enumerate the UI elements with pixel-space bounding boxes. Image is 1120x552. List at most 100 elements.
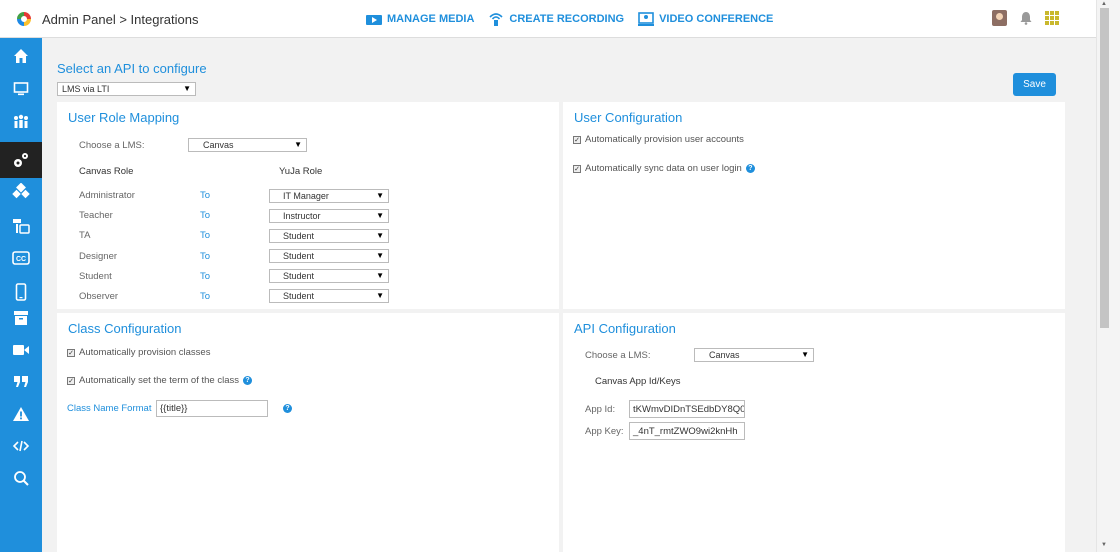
archive-icon [14, 311, 28, 325]
sync-on-login-label: Automatically sync data on user login [585, 163, 742, 174]
yuja-role-value: Student [283, 291, 315, 301]
checkbox-checked-icon: ✓ [67, 348, 75, 357]
app-key-input[interactable]: _4nT_rmtZWO9wi2knHh [629, 422, 745, 440]
checkbox-checked-icon: ✓ [67, 376, 75, 385]
scroll-up-icon[interactable]: ▲ [1101, 1, 1107, 7]
to-label: To [200, 291, 211, 302]
user-configuration-title: User Configuration [574, 110, 683, 125]
save-button[interactable]: Save [1013, 73, 1056, 96]
apps-grid-icon[interactable] [1045, 11, 1059, 25]
avatar[interactable] [992, 10, 1007, 26]
user-role-mapping-title: User Role Mapping [68, 110, 180, 125]
chevron-down-icon: ▼ [376, 231, 384, 240]
yuja-role-value: IT Manager [283, 191, 329, 201]
sidebar-item-users[interactable] [9, 112, 33, 132]
media-icon [366, 15, 382, 25]
api-configuration-panel: API Configuration Choose a LMS: Canvas ▼ … [563, 313, 1065, 552]
yuja-role-value: Instructor [283, 211, 321, 221]
help-icon[interactable]: ? [283, 404, 292, 413]
sidebar-item-groups[interactable] [9, 182, 33, 202]
to-label: To [200, 190, 211, 201]
yuja-logo-icon[interactable] [15, 11, 33, 27]
closed-caption-icon: CC [12, 251, 30, 265]
role-label: Designer [79, 251, 118, 262]
sidebar-item-developer[interactable] [9, 436, 33, 456]
video-conference-label: VIDEO CONFERENCE [659, 13, 774, 25]
sidebar-item-captions[interactable]: CC [9, 248, 33, 268]
scrollbar-thumb[interactable] [1100, 8, 1109, 328]
code-icon [12, 440, 30, 452]
provision-users-checkbox[interactable]: ✓ Automatically provision user accounts [573, 134, 744, 145]
help-icon[interactable]: ? [242, 376, 252, 385]
role-label: Observer [79, 291, 119, 302]
api-lms-value: Canvas [709, 350, 740, 360]
yuja-role-dropdown[interactable]: Student ▼ [269, 289, 389, 303]
sidebar-item-integrations[interactable] [9, 150, 33, 170]
to-label: To [200, 271, 211, 282]
role-label: Teacher [79, 210, 113, 221]
help-icon[interactable]: ? [745, 164, 755, 173]
video-conference-button[interactable]: VIDEO CONFERENCE [638, 12, 773, 26]
lms-dropdown[interactable]: Canvas ▼ [188, 138, 307, 152]
canvas-keys-header: Canvas App Id/Keys [595, 376, 681, 387]
create-recording-button[interactable]: CREATE RECORDING [488, 12, 624, 26]
canvas-role-header: Canvas Role [79, 166, 134, 177]
provision-classes-checkbox[interactable]: ✓ Automatically provision classes [67, 347, 210, 358]
role-label: Student [79, 271, 112, 282]
sidebar-item-video[interactable] [9, 340, 33, 360]
yuja-role-value: Student [283, 231, 315, 241]
search-icon [14, 471, 29, 486]
class-name-format-input[interactable]: {{title}} [156, 400, 268, 417]
app-id-label: App Id: [585, 404, 616, 415]
yuja-role-dropdown[interactable]: Student ▼ [269, 229, 389, 243]
create-recording-label: CREATE RECORDING [509, 13, 625, 25]
class-name-format-label: Class Name Format [67, 403, 152, 414]
app-id-input[interactable]: tKWmvDIDnTSEdbDY8Q0 [629, 400, 745, 418]
chevron-down-icon: ▼ [294, 140, 302, 149]
manage-media-button[interactable]: MANAGE MEDIA [366, 12, 474, 26]
warning-icon [13, 407, 29, 421]
sidebar-item-display[interactable] [9, 79, 33, 99]
api-lms-dropdown[interactable]: Canvas ▼ [694, 348, 814, 362]
sidebar-item-quotes[interactable] [9, 371, 33, 391]
class-configuration-title: Class Configuration [68, 321, 182, 336]
sidebar-item-devices[interactable] [9, 216, 33, 236]
user-role-mapping-panel: User Role Mapping Choose a LMS: Canvas ▼ … [57, 102, 559, 309]
role-label: TA [79, 230, 91, 241]
choose-lms-label: Choose a LMS: [585, 350, 651, 361]
sidebar-item-search[interactable] [9, 468, 33, 488]
to-label: To [200, 230, 211, 241]
set-term-checkbox[interactable]: ✓ Automatically set the term of the clas… [67, 375, 252, 386]
chevron-down-icon: ▼ [376, 291, 384, 300]
home-icon [14, 49, 28, 63]
sidebar-item-alerts[interactable] [9, 404, 33, 424]
scroll-down-icon[interactable]: ▼ [1101, 542, 1107, 548]
sidebar-item-mobile[interactable] [9, 282, 33, 302]
sidebar-item-archive[interactable] [9, 308, 33, 328]
svg-text:CC: CC [16, 256, 26, 263]
mobile-icon [15, 283, 27, 301]
cubes-icon [12, 183, 30, 199]
chevron-down-icon: ▼ [801, 350, 809, 359]
yuja-role-dropdown[interactable]: Student ▼ [269, 269, 389, 283]
api-selector-value: LMS via LTI [62, 84, 110, 94]
yuja-role-dropdown[interactable]: IT Manager ▼ [269, 189, 389, 203]
yuja-role-dropdown[interactable]: Instructor ▼ [269, 209, 389, 223]
sync-on-login-checkbox[interactable]: ✓ Automatically sync data on user login … [573, 163, 755, 174]
video-camera-icon [13, 345, 29, 355]
breadcrumb: Admin Panel > Integrations [42, 12, 199, 27]
sidebar-item-home[interactable] [9, 46, 33, 66]
quote-icon [14, 376, 28, 387]
chevron-down-icon: ▼ [183, 84, 191, 93]
api-selector-dropdown[interactable]: LMS via LTI ▼ [57, 82, 196, 96]
to-label: To [200, 251, 211, 262]
to-label: To [200, 210, 211, 221]
notification-bell-icon[interactable] [1019, 11, 1033, 25]
yuja-role-value: Student [283, 251, 315, 261]
yuja-role-dropdown[interactable]: Student ▼ [269, 249, 389, 263]
provision-users-label: Automatically provision user accounts [585, 134, 744, 145]
checkbox-checked-icon: ✓ [573, 164, 581, 173]
chevron-down-icon: ▼ [376, 271, 384, 280]
class-configuration-panel: Class Configuration ✓ Automatically prov… [57, 313, 559, 552]
top-bar: Admin Panel > Integrations MANAGE MEDIA … [0, 0, 1120, 38]
